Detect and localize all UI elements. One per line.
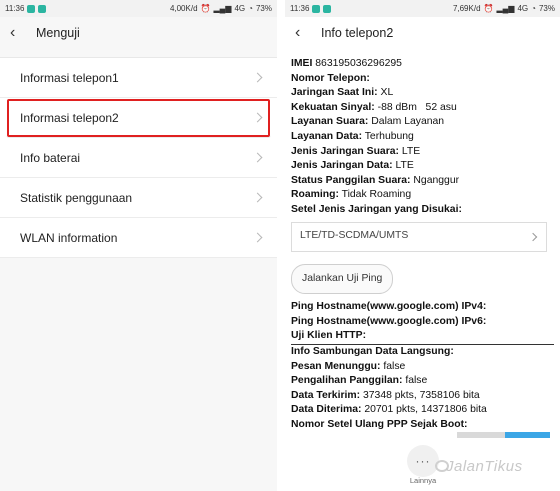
- status-bar: 11:36 4,00K/d ⏰ ▂▄▆ 4G ◔ 73%: [0, 0, 277, 17]
- alarm-icon: ⏰: [200, 4, 211, 13]
- toggle-track[interactable]: [457, 432, 505, 438]
- info-row-layanan-data: Layanan Data: Terhubung: [291, 130, 414, 142]
- info-row-status-panggilan: Status Panggilan Suara: Nganggur: [291, 174, 460, 186]
- run-ping-test-button[interactable]: Jalankan Uji Ping: [291, 263, 394, 295]
- info-row-setel-jenis-jaringan: Setel Jenis Jaringan yang Disukai:: [291, 203, 462, 215]
- info-row-http-client: Uji Klien HTTP:: [291, 329, 554, 345]
- info-row-jaringan: Jaringan Saat Ini: XL: [291, 87, 394, 99]
- chevron-right-icon: [528, 232, 538, 241]
- app-notification-icon: [312, 4, 321, 13]
- signal-icon: ▂▄▆: [213, 4, 232, 13]
- right-screen: 11:36 7,69K/d ⏰ ▂▄▆ 4G ◔ 73% ‹ Info tele…: [285, 0, 560, 491]
- chevron-right-icon: [252, 152, 263, 162]
- list-item-info-baterai[interactable]: Info baterai: [0, 138, 277, 178]
- info-row-imei: IMEI 863195036296295: [291, 58, 402, 69]
- app-notification-icon: [323, 4, 332, 13]
- info-row-data-terkirim: Data Terkirim: 37348 pkts, 7358106 bita: [291, 389, 480, 401]
- info-row-roaming: Roaming: Tidak Roaming: [291, 189, 412, 201]
- network-speed: 4,00K/d: [169, 4, 198, 13]
- info-row-nomor-telepon: Nomor Telepon:: [291, 72, 370, 84]
- chevron-right-icon: [252, 72, 263, 82]
- network-type-select[interactable]: LTE/TD-SCDMA/UMTS: [291, 221, 547, 252]
- more-options-label: Lainnya: [409, 476, 437, 485]
- list-item-wlan-information[interactable]: WLAN information: [0, 218, 277, 258]
- network-type-select-value: LTE/TD-SCDMA/UMTS: [300, 230, 409, 242]
- back-arrow-icon[interactable]: ‹: [295, 25, 315, 41]
- app-bar: ‹ Info telepon2: [285, 17, 560, 49]
- list-item-informasi-telepon2[interactable]: Informasi telepon2: [6, 98, 271, 138]
- status-bar: 11:36 7,69K/d ⏰ ▂▄▆ 4G ◔ 73%: [285, 0, 560, 17]
- settings-list: Informasi telepon1 Informasi telepon2 In…: [0, 57, 277, 258]
- app-bar: ‹ Menguji: [0, 17, 277, 49]
- info-row-ping-ipv6: Ping Hostname(www.google.com) IPv6:: [291, 315, 487, 327]
- info-row-kekuatan-sinyal: Kekuatan Sinyal: -88 dBm 52 asu: [291, 101, 457, 113]
- phone-info-content: IMEI 863195036296295 Nomor Telepon: Jari…: [285, 49, 560, 432]
- signal-icon: ▂▄▆: [496, 4, 515, 13]
- more-dots-icon: ···: [415, 454, 431, 468]
- app-notification-icon: [38, 4, 47, 13]
- list-item-label: Informasi telepon2: [20, 110, 119, 125]
- info-row-pengalihan-panggilan: Pengalihan Panggilan: false: [291, 375, 428, 387]
- list-item-informasi-telepon1[interactable]: Informasi telepon1: [0, 58, 277, 98]
- info-row-jenis-jaringan-suara: Jenis Jaringan Suara: LTE: [291, 145, 421, 157]
- info-row-data-diterima: Data Diterima: 20701 pkts, 14371806 bita: [291, 404, 487, 416]
- info-row-pesan-menunggu: Pesan Menunggu: false: [291, 360, 406, 372]
- cut-off-controls: [285, 432, 560, 444]
- network-type: 4G: [234, 4, 246, 13]
- battery-percent: 73%: [255, 4, 272, 13]
- chevron-right-icon: [252, 192, 263, 202]
- info-row-ppp-reset: Nomor Setel Ulang PPP Sejak Boot:: [291, 418, 468, 430]
- alarm-icon: ⏰: [483, 4, 494, 13]
- network-speed: 7,69K/d: [452, 4, 481, 13]
- info-row-jenis-jaringan-data: Jenis Jaringan Data: LTE: [291, 160, 414, 172]
- toggle-thumb[interactable]: [505, 432, 550, 438]
- chevron-right-icon: [252, 232, 263, 242]
- battery-percent: 73%: [538, 4, 555, 13]
- info-row-layanan-suara: Layanan Suara: Dalam Layanan: [291, 116, 445, 128]
- status-time: 11:36: [5, 4, 25, 13]
- info-row-data-connection: Info Sambungan Data Langsung:: [291, 345, 454, 357]
- info-row-ping-ipv4: Ping Hostname(www.google.com) IPv4:: [291, 301, 487, 313]
- app-notification-icon: [27, 4, 36, 13]
- network-type: 4G: [517, 4, 529, 13]
- list-item-statistik-penggunaan[interactable]: Statistik penggunaan: [0, 178, 277, 218]
- wifi-icon: ◔: [248, 4, 253, 13]
- chevron-right-icon: [252, 112, 263, 122]
- status-time: 11:36: [290, 4, 310, 13]
- page-title: Menguji: [36, 26, 80, 40]
- watermark: JalanTikus: [446, 458, 523, 475]
- more-options-button[interactable]: ···: [407, 445, 439, 477]
- list-item-label: WLAN information: [20, 230, 118, 245]
- back-arrow-icon[interactable]: ‹: [10, 25, 30, 41]
- page-title: Info telepon2: [321, 26, 394, 40]
- screen-divider: [277, 0, 285, 491]
- list-item-label: Informasi telepon1: [20, 70, 119, 85]
- list-item-label: Statistik penggunaan: [20, 190, 133, 205]
- list-item-label: Info baterai: [20, 150, 81, 165]
- wifi-icon: ◔: [531, 4, 536, 13]
- left-screen: 11:36 4,00K/d ⏰ ▂▄▆ 4G ◔ 73% ‹ Menguji I…: [0, 0, 277, 491]
